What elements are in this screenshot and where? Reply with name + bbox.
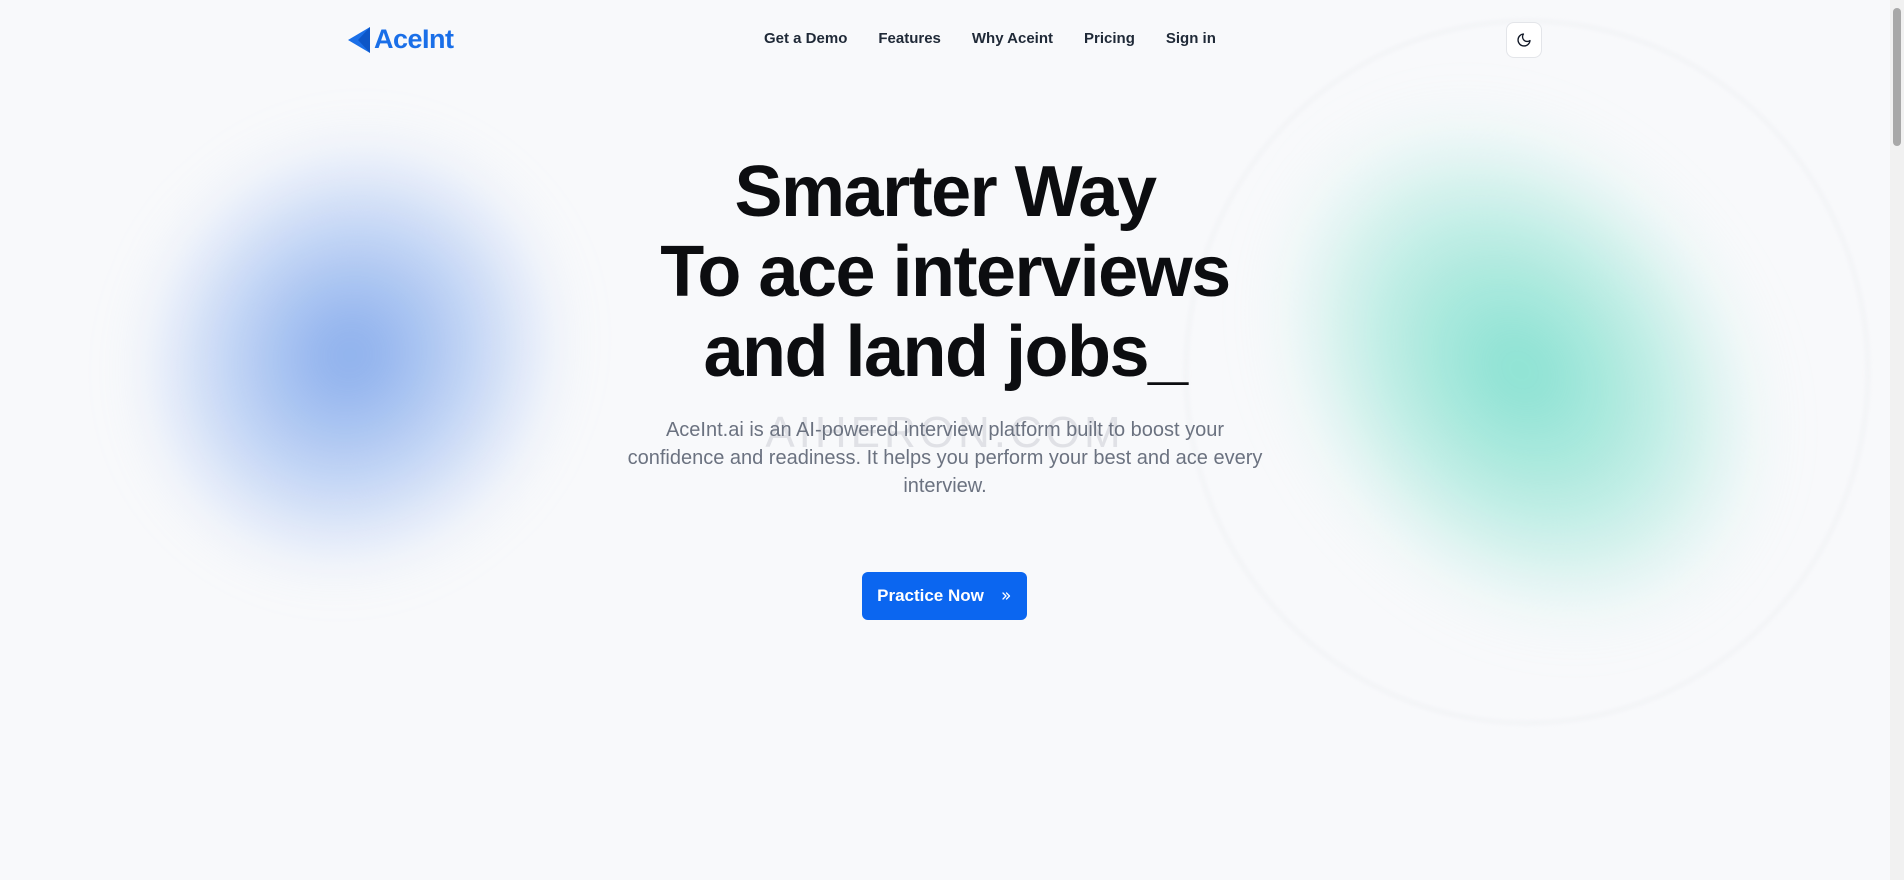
landing-page: AceInt Get a Demo Features Why Aceint Pr…: [0, 0, 1904, 880]
nav-sign-in[interactable]: Sign in: [1166, 30, 1216, 47]
hero-line-3-text: and land jobs: [703, 312, 1149, 392]
brand-name: AceInt: [374, 24, 454, 54]
practice-now-label: Practice Now: [877, 586, 984, 605]
brand-logo[interactable]: AceInt: [346, 24, 454, 55]
nav-pricing[interactable]: Pricing: [1084, 30, 1135, 47]
hero-line-1: Smarter Way: [734, 152, 1157, 232]
hero-subtitle: AceInt.ai is an AI-powered interview pla…: [627, 419, 1263, 497]
logo-icon: [348, 26, 370, 53]
site-header: AceInt Get a Demo Features Why Aceint Pr…: [0, 0, 1890, 80]
vertical-scrollbar[interactable]: [1890, 0, 1904, 880]
nav-why-aceint[interactable]: Why Aceint: [972, 30, 1053, 47]
moon-icon: [1517, 33, 1531, 47]
hero-title: Smarter Way To ace interviews and land j…: [0, 152, 1890, 392]
practice-now-button[interactable]: Practice Now: [862, 572, 1027, 620]
theme-toggle-button[interactable]: [1506, 22, 1542, 58]
main-nav: Get a Demo Features Why Aceint Pricing S…: [764, 30, 1247, 47]
typing-cursor: _: [1147, 312, 1188, 392]
nav-features[interactable]: Features: [878, 30, 941, 47]
double-chevron-right-icon: [1002, 592, 1011, 600]
hero-line-3: and land jobs_: [0, 312, 1890, 392]
scrollbar-thumb[interactable]: [1893, 8, 1901, 146]
hero-line-2: To ace interviews: [660, 232, 1231, 312]
nav-get-a-demo[interactable]: Get a Demo: [764, 30, 847, 47]
